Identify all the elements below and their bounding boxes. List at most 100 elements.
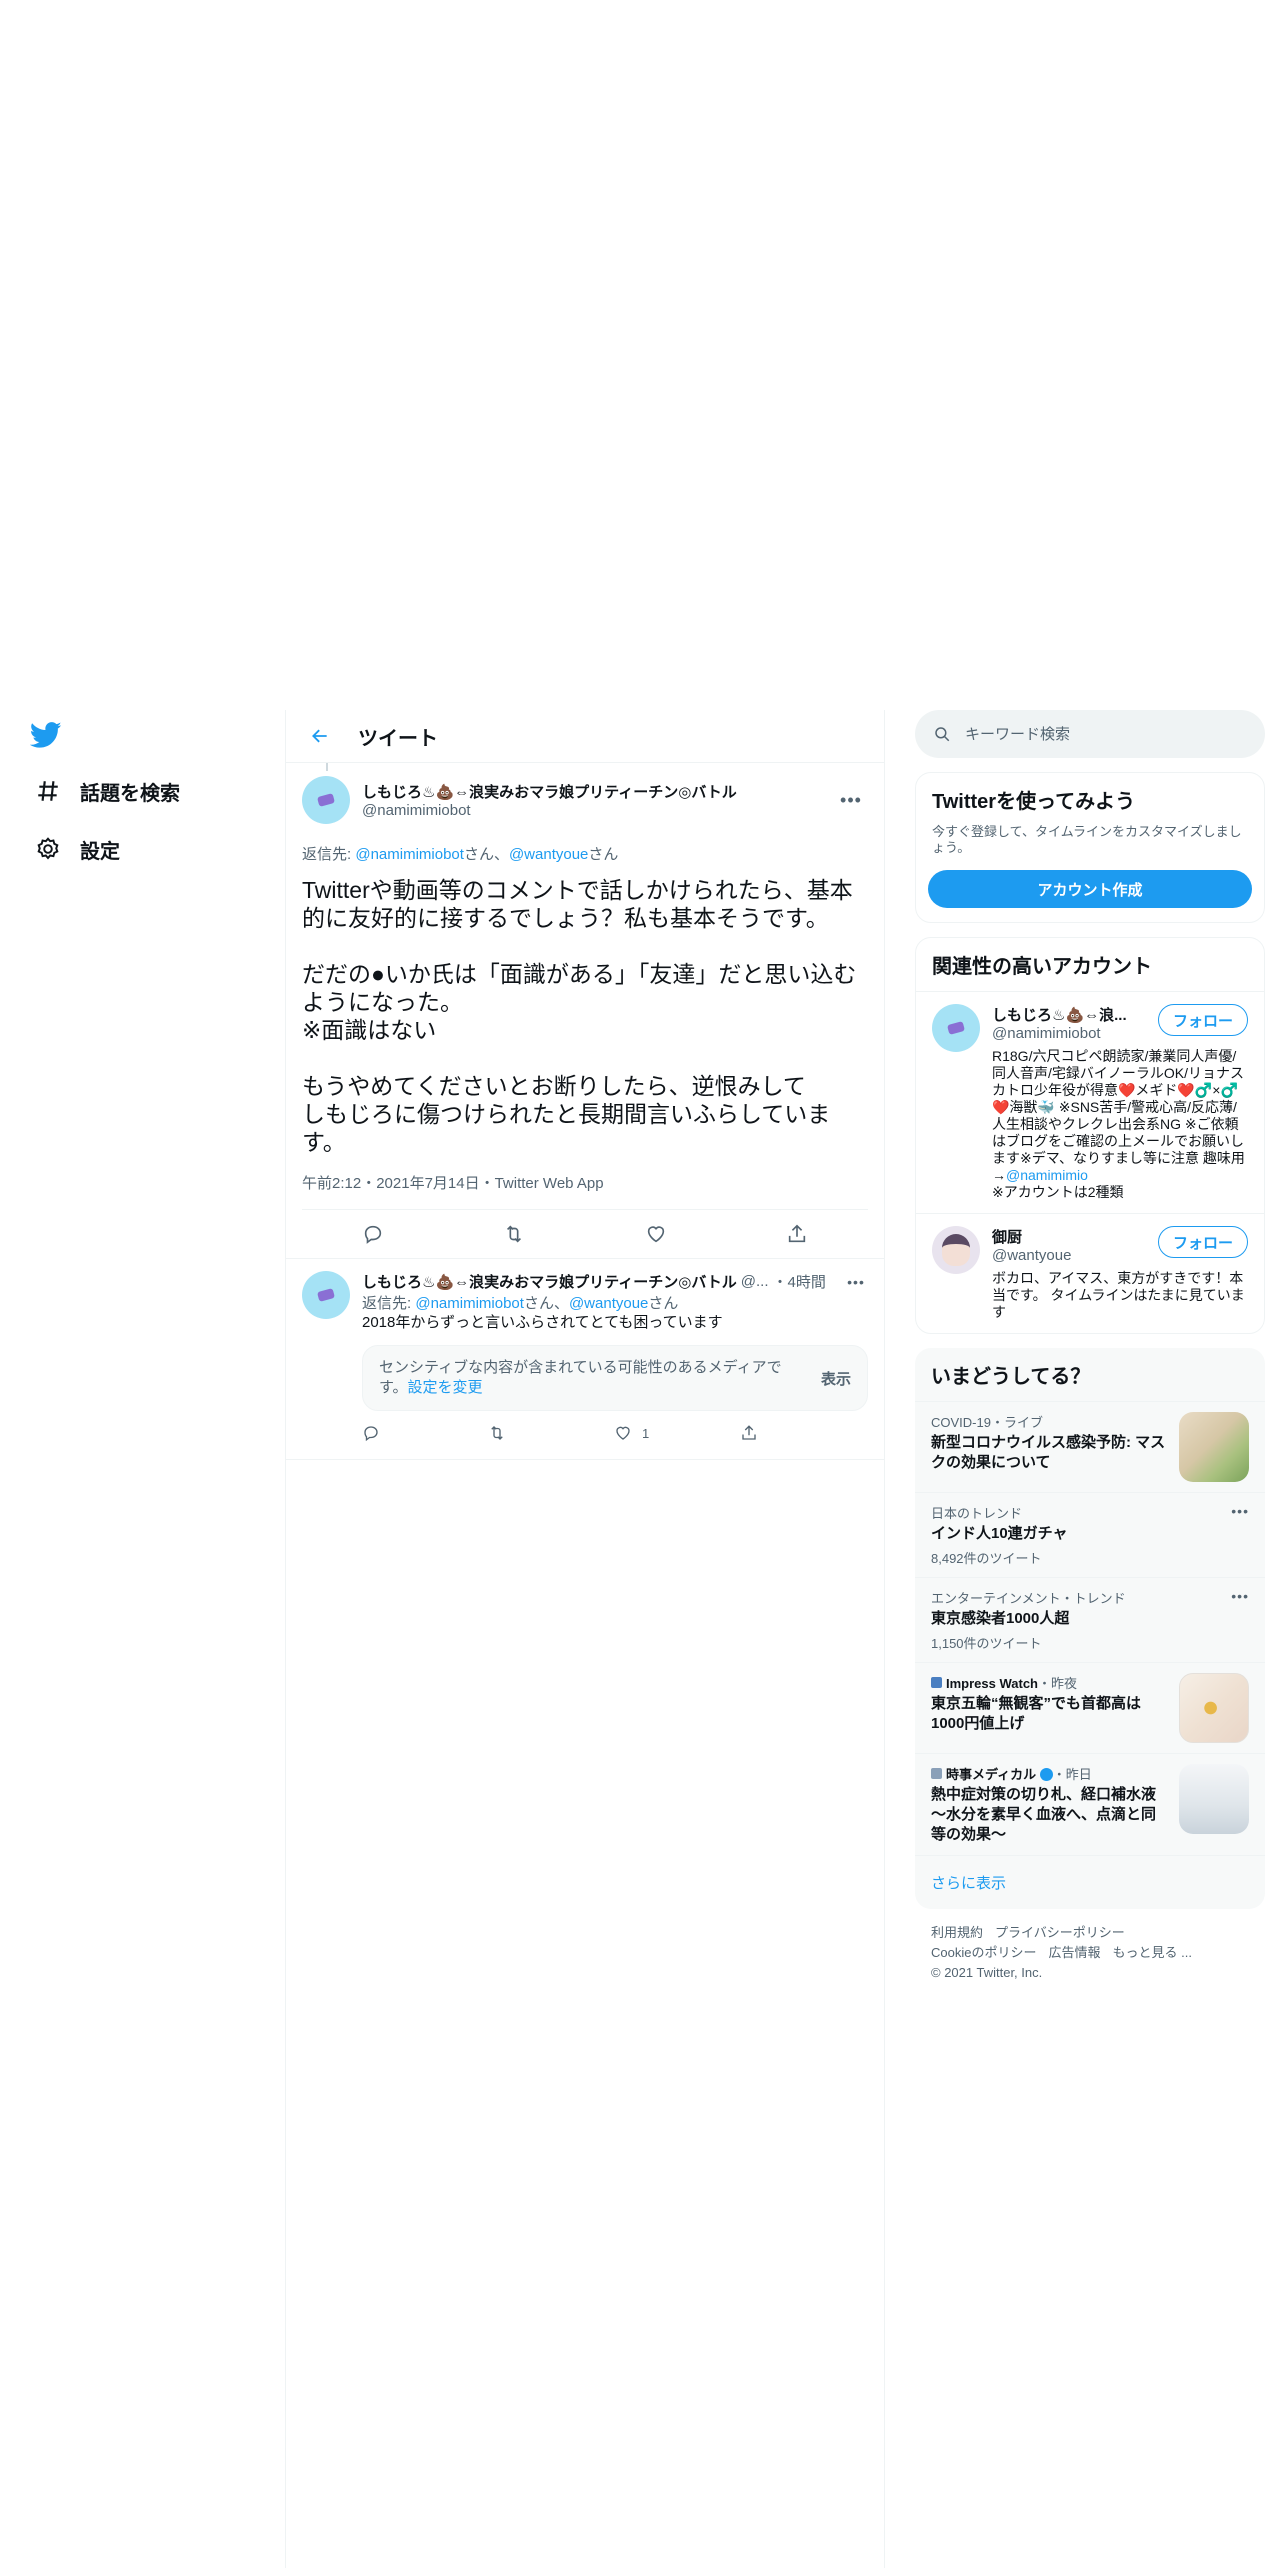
account-card[interactable]: しもじろ♨💩⇔浪... @namimimiobot フォロー R18G/六尺コピ… [916, 991, 1264, 1213]
trends-panel: いまどうしてる？ COVID-19・ライブ 新型コロナウイルス感染予防: マスク… [915, 1348, 1265, 1909]
sensitive-message: センシティブな内容が含まれている可能性のあるメディアです。設定を変更 [379, 1358, 805, 1398]
author-display-name[interactable]: しもじろ♨💩⇔浪実みおマラ娘プリティーチン◎バトル [362, 1271, 737, 1292]
footer-link[interactable]: プライバシーポリシー [995, 1925, 1125, 1940]
account-body: しもじろ♨💩⇔浪... @namimimiobot フォロー R18G/六尺コピ… [992, 1004, 1248, 1201]
more-options-icon[interactable]: ••• [844, 1272, 868, 1292]
trend-source: 時事メディカル [946, 1767, 1037, 1782]
follow-button[interactable]: フォロー [1157, 1004, 1248, 1036]
trend-item[interactable]: COVID-19・ライブ 新型コロナウイルス感染予防: マスクの効果について [915, 1401, 1265, 1492]
mention-link[interactable]: @wantyoue [569, 1295, 648, 1312]
trend-body: 日本のトレンド インド人10連ガチャ 8,492件のツイート [931, 1503, 1223, 1567]
account-bio: ボカロ、アイマス、東方がすきです！本当です。 タイムラインはたまに見ています [992, 1270, 1245, 1320]
thread-line [326, 763, 328, 771]
search-input[interactable] [965, 725, 1225, 743]
more-options-icon[interactable]: ••• [834, 783, 868, 817]
trend-time: ・昨日 [1052, 1767, 1092, 1782]
trend-item[interactable]: 日本のトレンド インド人10連ガチャ 8,492件のツイート ••• [915, 1492, 1265, 1577]
avatar[interactable] [932, 1004, 980, 1052]
signup-title: Twitterを使ってみよう [932, 791, 1136, 813]
reply-button[interactable] [354, 1215, 392, 1253]
footer-link[interactable]: 利用規約 [931, 1925, 983, 1940]
hashtag-icon [26, 769, 70, 813]
trend-thumbnail [1179, 1764, 1249, 1834]
footer-link[interactable]: Cookieのポリシー [931, 1945, 1036, 1960]
reply-tweet[interactable]: しもじろ♨💩⇔浪実みおマラ娘プリティーチン◎バトル @... ・4時間 ••• … [286, 1259, 884, 1460]
account-names: 御厨 @wantyoue [992, 1226, 1158, 1264]
like-count: 1 [642, 1425, 650, 1441]
nav-settings[interactable]: 設定 [26, 824, 120, 874]
search-icon [935, 727, 950, 742]
signup-panel: Twitterを使ってみよう 今すぐ登録して、タイムラインをカスタマイズしましょ… [915, 772, 1265, 923]
tweet-text: 2018年からずっと言いふらされてとても困っています [362, 1314, 723, 1331]
footer-link[interactable]: 広告情報 [1048, 1945, 1100, 1960]
mention-link[interactable]: @namimimiobot [355, 846, 464, 863]
account-name[interactable]: 御厨 [992, 1226, 1142, 1247]
reply-prefix: 返信先: [302, 846, 356, 863]
account-handle[interactable]: @wantyoue [992, 1247, 1158, 1264]
trend-time: ・昨夜 [1038, 1676, 1078, 1691]
author-names: しもじろ♨💩⇔浪実みおマラ娘プリティーチン◎バトル @namimimiobot [362, 781, 834, 819]
bio-text: R18G/六尺コピペ朗読家/兼業同人声優/同人音声/宅録バイノーラルOK/リョナ… [992, 1048, 1245, 1183]
tweet-author-row: しもじろ♨💩⇔浪実みおマラ娘プリティーチン◎バトル @namimimiobot … [302, 771, 868, 829]
avatar[interactable] [302, 1271, 350, 1319]
nav-explore[interactable]: 話題を検索 [26, 766, 180, 816]
search-box[interactable] [915, 710, 1265, 758]
reply-prefix: 返信先: [362, 1295, 416, 1312]
trend-item[interactable]: 時事メディカル ・昨日 熱中症対策の切り札、経口補水液～水分を素早く血液へ、点滴… [915, 1753, 1265, 1855]
arrow-left-icon [312, 729, 327, 743]
account-body: 御厨 @wantyoue フォロー ボカロ、アイマス、東方がすきです！本当です。… [992, 1226, 1248, 1321]
avatar[interactable] [932, 1226, 980, 1274]
trend-category: Impress Watch・昨夜 [931, 1673, 1167, 1692]
reply-header: しもじろ♨💩⇔浪実みおマラ娘プリティーチン◎バトル @... ・4時間 ••• [362, 1271, 868, 1292]
share-button[interactable] [740, 1424, 866, 1442]
reply-sep: さん、 [523, 1295, 569, 1312]
footer: 利用規約 プライバシーポリシー Cookieのポリシー 広告情報 もっと見る ... … [915, 1909, 1265, 1997]
like-button[interactable]: 1 [614, 1424, 740, 1442]
trend-thumbnail [1179, 1412, 1249, 1482]
verified-badge-icon [1039, 1768, 1053, 1781]
author-handle[interactable]: @namimimiobot [362, 802, 834, 819]
more-options-icon[interactable]: ••• [1231, 1503, 1249, 1567]
account-handle[interactable]: @namimimiobot [992, 1025, 1158, 1042]
account-names: しもじろ♨💩⇔浪... @namimimiobot [992, 1004, 1158, 1042]
show-media-button[interactable]: 表示 [821, 1368, 851, 1389]
trend-title: 東京感染者1000人超 [931, 1610, 1070, 1627]
account-top: しもじろ♨💩⇔浪... @namimimiobot フォロー [992, 1004, 1248, 1042]
bio-mention-link[interactable]: @namimimio [1006, 1167, 1088, 1183]
share-button[interactable] [778, 1215, 816, 1253]
trend-category: 日本のトレンド [931, 1506, 1023, 1521]
back-button[interactable] [302, 718, 338, 754]
mention-link[interactable]: @namimimiobot [415, 1295, 524, 1312]
page: 話題を検索 設定 ツイート しもじろ♨💩⇔浪実みおマラ娘プリティーチン◎バトル … [0, 0, 1284, 2568]
avatar[interactable] [302, 776, 350, 824]
trend-thumbnail [1179, 1673, 1249, 1743]
mention-link[interactable]: @wantyoue [509, 846, 588, 863]
trend-item[interactable]: Impress Watch・昨夜 東京五輪“無観客”でも首都高は1000円値上げ [915, 1662, 1265, 1753]
heart-icon [616, 1426, 630, 1440]
trend-category: COVID-19・ライブ [931, 1415, 1043, 1430]
tweet-time[interactable]: ・4時間 [773, 1271, 826, 1292]
page-title: ツイート [358, 727, 438, 750]
like-button[interactable] [637, 1215, 675, 1253]
change-settings-link[interactable]: 設定を変更 [408, 1379, 483, 1396]
author-display-name[interactable]: しもじろ♨💩⇔浪実みおマラ娘プリティーチン◎バトル [362, 781, 834, 802]
trend-count: 1,150件のツイート [931, 1636, 1042, 1651]
retweet-button[interactable] [495, 1215, 533, 1253]
account-card[interactable]: 御厨 @wantyoue フォロー ボカロ、アイマス、東方がすきです！本当です。… [916, 1213, 1264, 1333]
tweet-meta[interactable]: 午前2:12・2021年7月14日・Twitter Web App [302, 1172, 868, 1210]
footer-link[interactable]: もっと見る ... [1112, 1945, 1191, 1960]
trend-body: エンターテインメント・トレンド 東京感染者1000人超 1,150件のツイート [931, 1588, 1223, 1652]
retweet-icon [507, 1225, 522, 1243]
create-account-button[interactable]: アカウント作成 [928, 870, 1252, 908]
signup-description: 今すぐ登録して、タイムラインをカスタマイズしましょう。 [932, 824, 1242, 855]
show-more-link[interactable]: さらに表示 [915, 1855, 1265, 1909]
trend-item[interactable]: エンターテインメント・トレンド 東京感染者1000人超 1,150件のツイート … [915, 1577, 1265, 1662]
follow-button[interactable]: フォロー [1157, 1226, 1248, 1258]
author-handle[interactable]: @... [741, 1273, 769, 1290]
trend-category: 時事メディカル ・昨日 [931, 1764, 1167, 1783]
more-options-icon[interactable]: ••• [1231, 1588, 1249, 1652]
reply-button[interactable] [362, 1424, 488, 1442]
twitter-logo-icon[interactable] [29, 718, 62, 750]
retweet-button[interactable] [488, 1424, 614, 1442]
account-name[interactable]: しもじろ♨💩⇔浪... [992, 1004, 1142, 1025]
